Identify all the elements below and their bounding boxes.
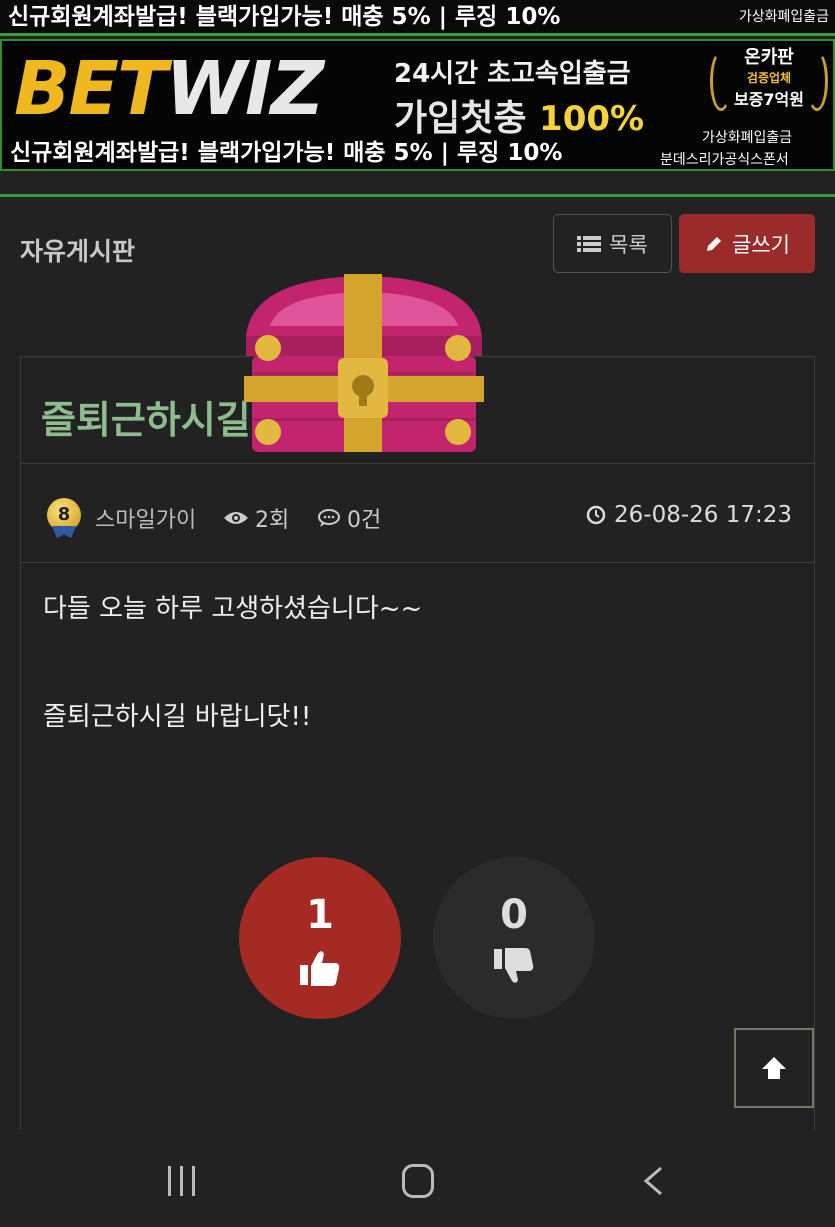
scroll-to-top-button[interactable] — [734, 1028, 814, 1108]
betwiz-logo: BETWIZ — [14, 46, 324, 132]
post-container: 즐퇴근하시길 8 스마일가이 2회 0건 26-08-26 17:23 다들 오… — [20, 356, 815, 1146]
laurel-right-icon — [806, 51, 828, 111]
banner-sub-1: 가상화폐입출금 — [702, 130, 793, 146]
dislike-count: 0 — [500, 892, 528, 938]
post-body-line: 다들 오늘 하루 고생하셨습니다~~ — [43, 594, 423, 624]
top-sub-text: 가상화폐입출금 — [738, 9, 829, 25]
top-promo-text: 신규회원계좌발급! 블랙가입가능! 매충 5% | 루징 10% — [8, 4, 561, 30]
level-ribbon-icon — [52, 526, 76, 538]
list-icon — [577, 235, 602, 253]
eye-icon — [224, 512, 248, 524]
laurel-left-icon — [710, 51, 732, 111]
board-title: 자유게시판 — [20, 237, 136, 266]
banner-sub-2: 분데스리가공식스폰서 — [660, 152, 789, 168]
post-title: 즐퇴근하시길 — [41, 398, 251, 442]
list-button-label: 목록 — [609, 232, 648, 257]
post-date-value: 26-08-26 17:23 — [614, 502, 792, 528]
home-button[interactable] — [402, 1164, 434, 1198]
back-button[interactable] — [641, 1166, 665, 1196]
betwiz-ad-banner[interactable]: BETWIZ 24시간 초고속입출금 가입첫충 100% 온카판 검증업체 보증… — [0, 39, 835, 171]
post-meta: 8 스마일가이 2회 0건 26-08-26 17:23 — [21, 464, 814, 563]
post-body: 다들 오늘 하루 고생하셨습니다~~ 즐퇴근하시길 바랍니닷!! — [43, 591, 422, 807]
arrow-up-icon — [762, 1057, 786, 1079]
banner-headline-1: 24시간 초고속입출금 — [394, 59, 631, 89]
treasure-chest-icon[interactable] — [240, 272, 488, 454]
thumbs-down-icon — [494, 948, 534, 983]
comment-count-value: 0건 — [347, 508, 382, 533]
post-date: 26-08-26 17:23 — [586, 502, 792, 528]
recent-apps-button[interactable] — [168, 1166, 195, 1196]
write-button[interactable]: 글쓰기 — [679, 214, 815, 273]
view-count-value: 2회 — [255, 508, 290, 533]
logo-wiz: WIZ — [165, 46, 324, 132]
like-count: 1 — [306, 892, 334, 938]
post-body-line: 즐퇴근하시길 바랍니닷!! — [43, 702, 312, 732]
pencil-icon — [707, 236, 722, 251]
logo-bet: BET — [14, 46, 167, 132]
verified-badge: 온카판 검증업체 보증7억원 — [710, 43, 828, 113]
list-button[interactable]: 목록 — [553, 214, 672, 273]
comment-count: 0건 — [317, 502, 381, 534]
top-ad-strip[interactable]: 신규회원계좌발급! 블랙가입가능! 매충 5% | 루징 10% 가상화폐입출금 — [0, 0, 835, 36]
view-count: 2회 — [223, 502, 289, 534]
system-nav-bar — [0, 1130, 835, 1227]
like-button[interactable]: 1 — [239, 857, 401, 1019]
bottom-promo-text: 신규회원계좌발급! 블랙가입가능! 매충 5% | 루징 10% — [10, 140, 563, 166]
author-name[interactable]: 스마일가이 — [95, 502, 196, 534]
header-divider — [0, 194, 835, 197]
comment-icon — [318, 509, 340, 527]
dislike-button[interactable]: 0 — [433, 857, 595, 1019]
clock-icon — [586, 505, 606, 525]
write-button-label: 글쓰기 — [732, 232, 790, 257]
thumbs-up-icon — [300, 951, 340, 986]
